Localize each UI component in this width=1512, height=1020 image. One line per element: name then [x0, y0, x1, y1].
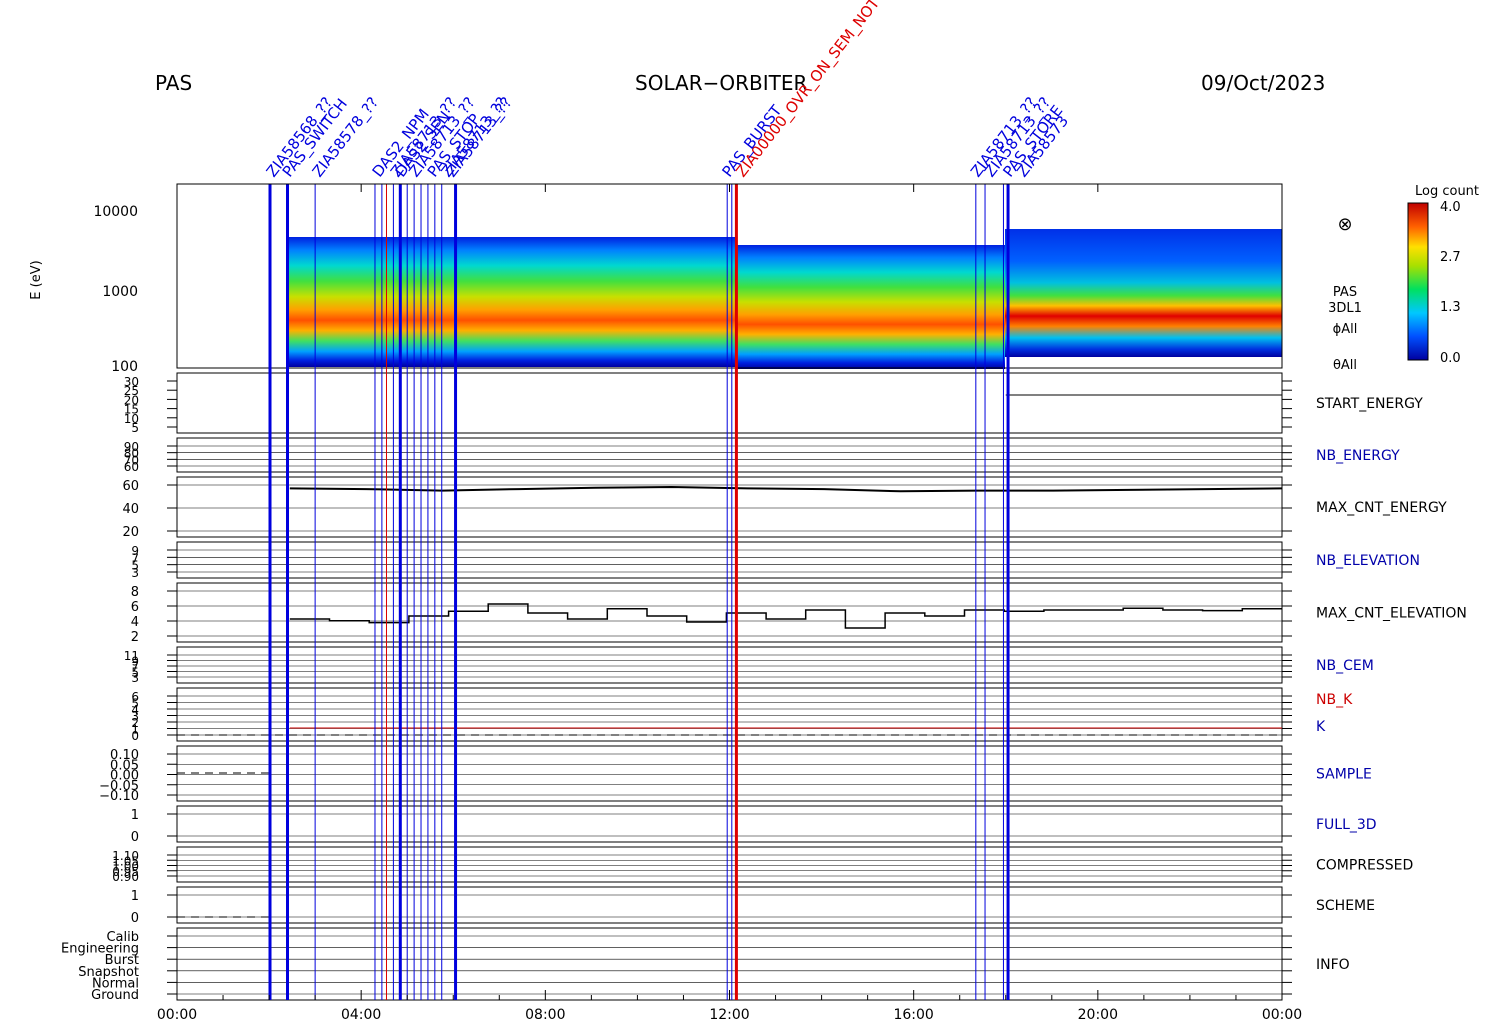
spectrogram-fill-b: [735, 245, 1005, 369]
panel-ytick-label: Ground: [91, 988, 139, 1003]
panel-frame-info: [176, 927, 1283, 1001]
panel-label-nb_energy: NB_ENERGY: [1316, 448, 1400, 464]
spectrogram-right-label-pas: PAS: [1333, 285, 1357, 300]
panel-ytick-label: 3: [131, 566, 139, 580]
panel-ytick-label: 2: [131, 630, 139, 645]
colorbar: Log count 4.0 2.7 1.3 0.0: [1407, 184, 1479, 366]
panel-ytick-label: 0: [131, 911, 139, 926]
spectrogram-symbol: ⊗: [1337, 214, 1352, 235]
spectrogram-right-label-theta: θAll: [1333, 358, 1357, 373]
panel-label-max_cnt_energy: MAX_CNT_ENERGY: [1316, 500, 1447, 516]
time-tick-label: 20:00: [1078, 1007, 1118, 1020]
spectrogram-fill-c: [1005, 229, 1282, 357]
panel-frame-compressed: [176, 846, 1283, 883]
spectrogram-ylabel: E (eV): [29, 260, 44, 299]
housekeeping-panels: 30252015105START_ENERGY90807060NB_ENERGY…: [61, 372, 1467, 1003]
panel-label-scheme: SCHEME: [1316, 898, 1375, 914]
panel-ytick-label: 0.90: [112, 870, 139, 884]
panel-frame-nb_energy: [176, 437, 1283, 473]
panel-frame-nb_elevation: [176, 541, 1283, 579]
mission-title: SOLAR−ORBITER: [635, 71, 807, 95]
instrument-title: PAS: [155, 71, 192, 95]
max-cnt-elevation-trace: [289, 603, 1282, 629]
colorbar-title: Log count: [1415, 184, 1479, 199]
panel-frame-full_3d: [176, 805, 1283, 843]
time-tick-label: 00:00: [1262, 1007, 1302, 1020]
spectrogram-ytick-1000: 1000: [102, 284, 138, 300]
colorbar-tick-2-7: 2.7: [1440, 250, 1461, 265]
colorbar-tick-4: 4.0: [1440, 200, 1461, 215]
panel-ytick-label: 60: [124, 460, 139, 474]
panel-frame-scheme: [176, 886, 1283, 924]
data-traces: [177, 394, 1283, 918]
panel-label-nb_elevation: NB_ELEVATION: [1316, 553, 1420, 569]
time-tick-label: 00:00: [157, 1007, 197, 1020]
panel-label-info: INFO: [1316, 957, 1350, 973]
time-tick-label: 16:00: [893, 1007, 933, 1020]
panel-label-nb_cem: NB_CEM: [1316, 658, 1374, 674]
spectrogram-fill-a: [287, 237, 735, 367]
panel-ytick-label: 4: [131, 615, 139, 630]
panel-label-k: K: [1316, 719, 1326, 735]
panel-label-max_cnt_elevation: MAX_CNT_ELEVATION: [1316, 606, 1467, 622]
panel-frame-start_energy: [176, 372, 1283, 434]
date-title: 09/Oct/2023: [1201, 71, 1325, 95]
spectrogram-right-label-phi: ϕAll: [1333, 322, 1358, 337]
colorbar-tick-0: 0.0: [1440, 351, 1461, 366]
spectrogram-ytick-100: 100: [111, 359, 138, 375]
max-cnt-energy-trace: [289, 485, 1283, 493]
panel-ytick-label: 6: [131, 600, 139, 615]
panel-label-full_3d: FULL_3D: [1316, 817, 1377, 833]
panel-frame-max_cnt_energy: [176, 476, 1283, 538]
pas-summary-plot: PAS SOLAR−ORBITER 09/Oct/2023 E (eV) 100…: [29, 0, 1479, 1020]
colorbar-tick-1-3: 1.3: [1440, 300, 1461, 315]
colorbar-gradient: [1407, 202, 1429, 361]
panel-ytick-label: 60: [122, 479, 139, 494]
panel-ytick-label: 20: [122, 525, 139, 540]
panel-ytick-label: 1: [131, 889, 139, 904]
panel-label-start_energy: START_ENERGY: [1316, 396, 1423, 412]
panel-ytick-label: 0: [131, 830, 139, 845]
panel-ytick-label: 8: [131, 585, 139, 600]
panel-ytick-label: 0: [131, 729, 139, 743]
panel-ytick-label: 40: [122, 502, 139, 517]
panel-label-compressed: COMPRESSED: [1316, 858, 1413, 874]
panel-label-sample: SAMPLE: [1316, 767, 1372, 783]
panel-ytick-label: −0.10: [99, 789, 139, 804]
panel-label-nb_k: NB_K: [1316, 692, 1353, 708]
spectrogram-ytick-10000: 10000: [93, 204, 138, 220]
spectrogram-right-label-3dl1: 3DL1: [1328, 301, 1362, 316]
time-tick-label: 12:00: [709, 1007, 749, 1020]
time-tick-label: 08:00: [525, 1007, 565, 1020]
panel-frame-nb_cem: [176, 646, 1283, 684]
spectrogram-panel: E (eV) 10000 1000 100 ⊗ PAS 3DL1 ϕAll θA…: [29, 183, 1362, 375]
panel-ytick-label: 5: [131, 421, 139, 435]
time-tick-label: 04:00: [341, 1007, 381, 1020]
panel-ytick-label: 1: [131, 808, 139, 823]
panel-ytick-label: 3: [131, 671, 139, 685]
